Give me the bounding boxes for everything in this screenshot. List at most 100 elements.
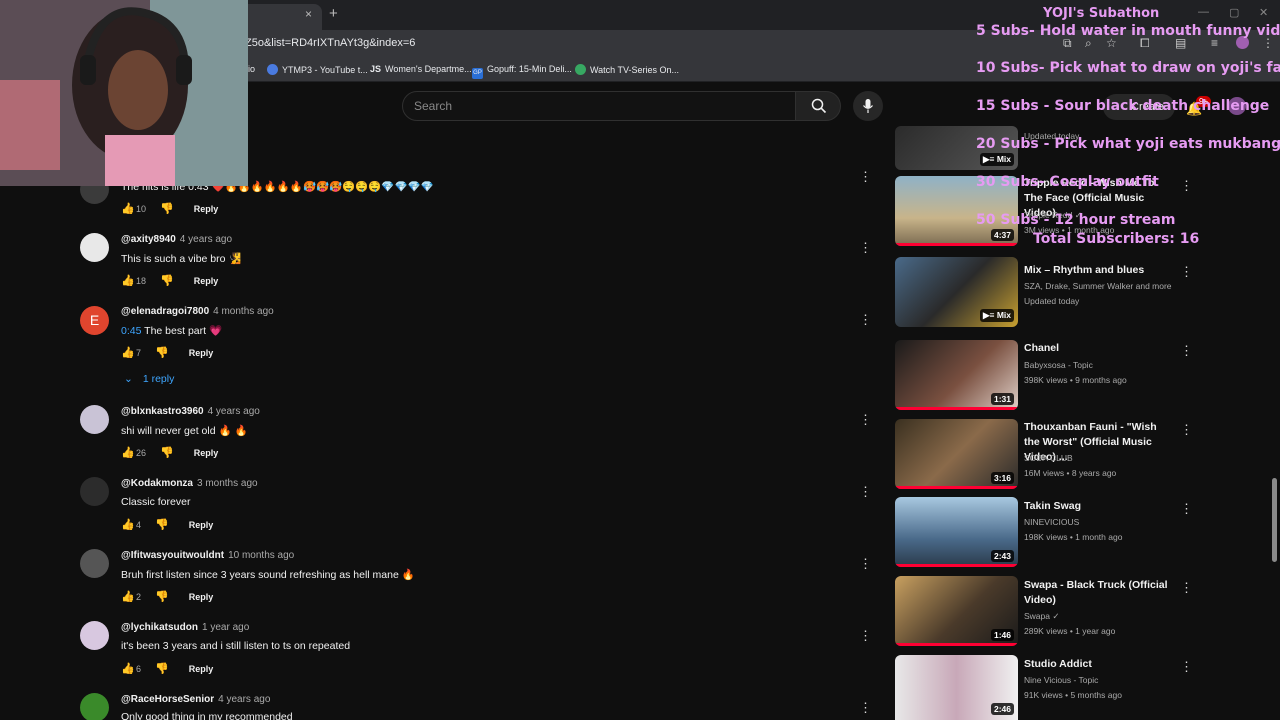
playlist-icon: ▶≡	[982, 310, 997, 320]
comment-avatar[interactable]	[80, 477, 109, 506]
like-icon[interactable]: 👍	[121, 518, 135, 531]
reply-button[interactable]: Reply	[189, 592, 214, 602]
video-channel[interactable]: Nine Vicious - Topic	[1024, 675, 1098, 685]
reply-button[interactable]: Reply	[189, 348, 214, 358]
video-menu-icon[interactable]: ⋮	[1180, 501, 1193, 517]
comment-time[interactable]: 4 years ago	[208, 406, 260, 417]
dislike-icon[interactable]: 👎	[155, 662, 169, 675]
video-channel[interactable]: SZA, Drake, Summer Walker and more	[1024, 281, 1172, 291]
comment-text: Bruh first listen since 3 years sound re…	[121, 569, 415, 581]
comment-header: @lychikatsudon 1 year ago	[121, 622, 249, 633]
video-menu-icon[interactable]: ⋮	[1180, 264, 1193, 280]
like-icon[interactable]: 👍	[121, 274, 135, 287]
like-icon[interactable]: 👍	[121, 590, 135, 603]
bookmark-favicon-icon: GP	[472, 68, 483, 79]
comment-menu-icon[interactable]: ⋮	[859, 700, 872, 716]
comment-handle[interactable]: @Kodakmonza	[121, 478, 193, 489]
comment-handle[interactable]: @elenadragoi7800	[121, 306, 209, 317]
comment-menu-icon[interactable]: ⋮	[859, 240, 872, 256]
comment-time[interactable]: 3 months ago	[197, 478, 258, 489]
maximize-icon[interactable]: ▢	[1229, 6, 1239, 19]
comment-actions: 👍18 👎 Reply	[121, 274, 218, 287]
search-button[interactable]	[795, 91, 841, 121]
video-thumbnail[interactable]: 1:31	[895, 340, 1018, 410]
video-title[interactable]: Swapa - Black Truck (Official Video)	[1024, 578, 1174, 608]
comment-time[interactable]: 1 year ago	[202, 622, 249, 633]
dislike-icon[interactable]: 👎	[155, 518, 169, 531]
comment-handle[interactable]: @blxnkastro3960	[121, 406, 204, 417]
video-channel[interactable]: Babyxsosa - Topic	[1024, 360, 1093, 370]
video-thumbnail[interactable]: 3:16	[895, 419, 1018, 489]
dislike-icon[interactable]: 👎	[155, 590, 169, 603]
dislike-icon[interactable]: 👎	[160, 446, 174, 459]
comment-avatar[interactable]	[80, 693, 109, 720]
video-menu-icon[interactable]: ⋮	[1180, 178, 1193, 194]
dislike-icon[interactable]: 👎	[155, 346, 169, 359]
comment-menu-icon[interactable]: ⋮	[859, 628, 872, 644]
video-thumbnail[interactable]: ▶≡ Mix	[895, 257, 1018, 327]
new-tab-icon[interactable]: +	[329, 5, 338, 22]
reply-button[interactable]: Reply	[189, 520, 214, 530]
video-title[interactable]: Studio Addict	[1024, 657, 1174, 672]
reply-button[interactable]: Reply	[189, 664, 214, 674]
like-count: 10	[136, 204, 147, 214]
video-title[interactable]: Mix – Rhythm and blues	[1024, 263, 1174, 278]
reply-button[interactable]: Reply	[194, 448, 219, 458]
like-icon[interactable]: 👍	[121, 662, 135, 675]
view-replies-button[interactable]: ⌄ 1 reply	[124, 373, 174, 385]
comment-time[interactable]: 4 months ago	[213, 306, 274, 317]
video-menu-icon[interactable]: ⋮	[1180, 343, 1193, 359]
video-channel[interactable]: Swapa ✓	[1024, 611, 1059, 622]
comment-avatar[interactable]	[80, 549, 109, 578]
comment-time[interactable]: 4 years ago	[180, 234, 232, 245]
like-icon[interactable]: 👍	[121, 446, 135, 459]
comment-menu-icon[interactable]: ⋮	[859, 412, 872, 428]
comment-avatar[interactable]	[80, 233, 109, 262]
comment-timestamp-link[interactable]: 0:45	[121, 325, 141, 337]
bookmark-item[interactable]: JS Women's Departme...	[370, 64, 472, 74]
video-meta: 16M views • 8 years ago	[1024, 468, 1117, 478]
video-channel[interactable]: SODA CLUB	[1024, 453, 1073, 463]
comment-time[interactable]: 10 months ago	[228, 550, 294, 561]
like-icon[interactable]: 👍	[121, 202, 135, 215]
tab-close-icon[interactable]: ×	[305, 7, 312, 21]
like-icon[interactable]: 👍	[121, 346, 135, 359]
comment-header: @elenadragoi7800 4 months ago	[121, 306, 274, 317]
comment-menu-icon[interactable]: ⋮	[859, 312, 872, 328]
reply-button[interactable]: Reply	[194, 204, 219, 214]
comment-menu-icon[interactable]: ⋮	[859, 556, 872, 572]
comment-menu-icon[interactable]: ⋮	[859, 169, 872, 185]
comment-handle[interactable]: @RaceHorseSenior	[121, 694, 214, 705]
comment-menu-icon[interactable]: ⋮	[859, 484, 872, 500]
bookmark-item[interactable]: YTMP3 - YouTube t...	[267, 64, 368, 75]
comment-handle[interactable]: @lychikatsudon	[121, 622, 198, 633]
video-thumbnail[interactable]: 2:43	[895, 497, 1018, 567]
video-thumbnail[interactable]: 2:46	[895, 655, 1018, 720]
video-menu-icon[interactable]: ⋮	[1180, 422, 1193, 438]
minimize-icon[interactable]: —	[1198, 6, 1209, 18]
comment-time[interactable]: 4 years ago	[218, 694, 270, 705]
search-input[interactable]	[402, 91, 796, 121]
voice-search-button[interactable]	[853, 91, 883, 121]
bookmark-item[interactable]: Watch TV-Series On...	[575, 64, 679, 75]
video-channel[interactable]: NINEVICIOUS	[1024, 517, 1079, 527]
comment-avatar[interactable]	[80, 621, 109, 650]
reply-button[interactable]: Reply	[194, 276, 219, 286]
video-thumbnail[interactable]: 1:46	[895, 576, 1018, 646]
bookmark-item[interactable]: GP Gopuff: 15-Min Deli...	[472, 64, 572, 79]
comment-avatar[interactable]	[80, 405, 109, 434]
comment-text: it's been 3 years and i still listen to …	[121, 640, 351, 652]
page-scrollbar[interactable]	[1272, 478, 1277, 562]
comment-text: shi will never get old 🔥 🔥	[121, 425, 248, 437]
comment-handle[interactable]: @Ifitwasyouitwouldnt	[121, 550, 224, 561]
window-close-icon[interactable]: ✕	[1259, 6, 1268, 19]
comment-handle[interactable]: @axity8940	[121, 234, 176, 245]
video-menu-icon[interactable]: ⋮	[1180, 580, 1193, 596]
dislike-icon[interactable]: 👎	[160, 274, 174, 287]
video-title[interactable]: Chanel	[1024, 341, 1174, 356]
dislike-icon[interactable]: 👎	[160, 202, 174, 215]
video-menu-icon[interactable]: ⋮	[1180, 659, 1193, 675]
video-title[interactable]: Takin Swag	[1024, 499, 1174, 514]
comment-avatar[interactable]: E	[80, 306, 109, 335]
url-text[interactable]: Z5o&list=RD4rIXTnAYt3g&index=6	[245, 37, 415, 49]
